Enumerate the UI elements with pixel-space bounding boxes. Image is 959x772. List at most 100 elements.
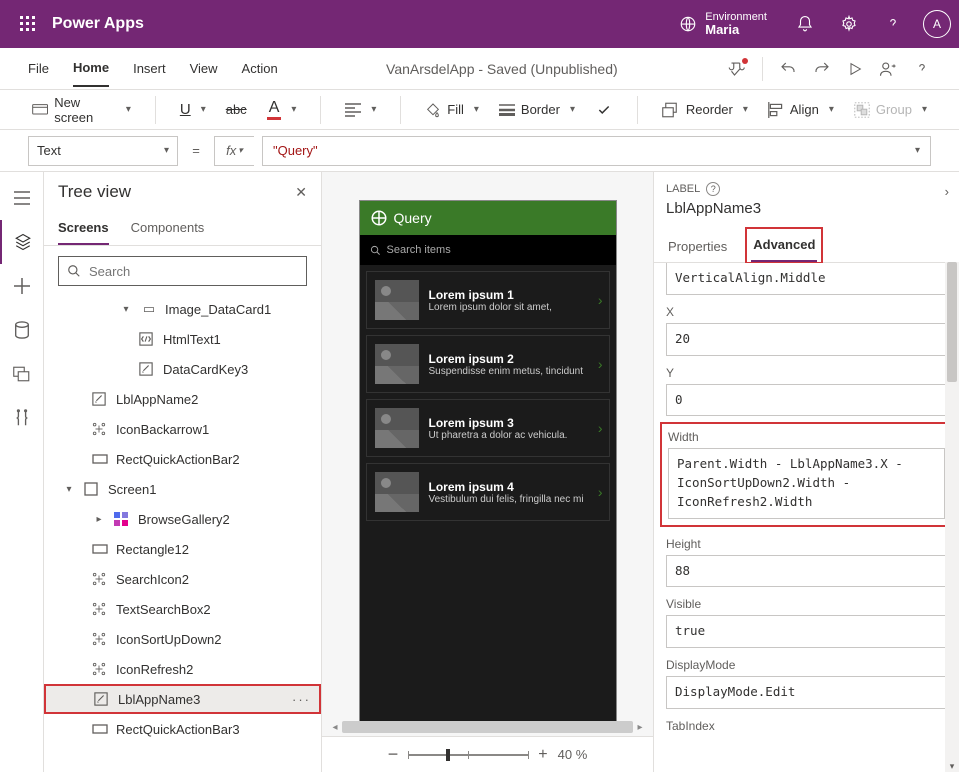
tab-components[interactable]: Components [131,212,205,245]
redo-icon[interactable] [813,60,831,78]
menu-action[interactable]: Action [242,51,278,86]
field-input-height[interactable]: 88 [666,555,947,588]
reorder-button[interactable]: Reorder [658,102,752,118]
tree-search-box[interactable] [58,256,307,286]
notifications-icon[interactable] [783,0,827,48]
app-checker-icon[interactable] [726,60,746,78]
field-input-partial[interactable]: VerticalAlign.Middle [666,263,947,295]
field-input-width[interactable]: Parent.Width - LblAppName3.X - IconSortU… [668,448,945,518]
app-launcher-icon[interactable] [8,16,48,32]
tab-screens[interactable]: Screens [58,212,109,245]
field-label-visible: Visible [666,597,947,611]
horizontal-scrollbar[interactable]: ◂▸ [322,718,653,736]
tree-node[interactable]: Rectangle12 [44,534,321,564]
fill-button[interactable]: Fill [421,102,483,118]
tree-panel: Tree view ✕ Screens Components ▾▭Image_D… [44,172,322,772]
label-icon [139,362,155,376]
field-input-displaymode[interactable]: DisplayMode.Edit [666,676,947,709]
check-button[interactable] [591,103,617,117]
border-button[interactable]: Border [495,102,579,117]
list-item[interactable]: Lorem ipsum 3Ut pharetra a dolor ac vehi… [366,399,610,457]
group-icon [92,602,108,616]
chevron-right-icon: › [598,292,603,308]
chevron-right-icon[interactable]: ▸ [92,514,106,525]
tree-node[interactable]: TextSearchBox2 [44,594,321,624]
main-area: Tree view ✕ Screens Components ▾▭Image_D… [0,172,959,772]
topbar: Power Apps Environment Maria A [0,0,959,48]
tree-node[interactable]: RectQuickActionBar2 [44,444,321,474]
chevron-down-icon[interactable]: ▾ [119,304,133,315]
rail-tools-icon[interactable] [0,396,44,440]
more-icon[interactable]: ··· [292,692,311,707]
left-rail [0,172,44,772]
rail-data-icon[interactable] [0,308,44,352]
tree-node[interactable]: IconBackarrow1 [44,414,321,444]
field-input-x[interactable]: 20 [666,323,947,356]
border-label: Border [521,102,560,117]
field-input-y[interactable]: 0 [666,384,947,417]
property-dropdown[interactable]: Text ▾ [28,136,178,166]
underline-button[interactable]: U [176,101,210,118]
chevron-down-icon: ▾ [915,145,920,156]
tree-node[interactable]: ▾Screen1 [44,474,321,504]
tree-node[interactable]: IconSortUpDown2 [44,624,321,654]
tree-node[interactable]: RectQuickActionBar3 [44,714,321,744]
formula-input[interactable]: "Query" ▾ [262,136,931,166]
settings-icon[interactable] [827,0,871,48]
rail-insert-icon[interactable] [0,264,44,308]
tab-properties[interactable]: Properties [666,231,729,262]
font-color-button[interactable]: A [263,99,301,120]
rail-hamburger-icon[interactable] [0,176,44,220]
fx-button[interactable]: fx▾ [214,136,254,166]
menu-home[interactable]: Home [73,50,109,87]
width-highlight: Width Parent.Width - LblAppName3.X - Ico… [660,422,953,526]
tree-search-input[interactable] [89,264,298,279]
tree-node[interactable]: IconRefresh2 [44,654,321,684]
equals-sign: = [186,143,206,158]
canvas: Query Search items Lorem ipsum 1Lorem ip… [322,172,653,772]
field-input-visible[interactable]: true [666,615,947,648]
play-icon[interactable] [847,61,863,77]
environment-picker[interactable]: Environment Maria [663,11,783,37]
zoom-out-button[interactable]: − [388,744,399,765]
zoom-knob[interactable] [446,749,450,761]
tab-advanced[interactable]: Advanced [751,229,817,262]
strikethrough-button[interactable]: abc [222,102,251,117]
tree-node-selected[interactable]: LblAppName3··· [44,684,321,714]
help-icon[interactable] [871,0,915,48]
zoom-slider[interactable] [408,754,528,756]
tree-node[interactable]: ▾▭Image_DataCard1 [44,294,321,324]
text-align-button[interactable] [341,103,380,117]
tree-node[interactable]: DataCardKey3 [44,354,321,384]
tree-node[interactable]: ▸BrowseGallery2 [44,504,321,534]
environment-name: Maria [705,23,767,37]
rail-tree-icon[interactable] [0,220,44,264]
list-item[interactable]: Lorem ipsum 2Suspendisse enim metus, tin… [366,335,610,393]
menu-view[interactable]: View [190,51,218,86]
list-item-subtitle: Lorem ipsum dolor sit amet, [429,302,552,313]
menu-insert[interactable]: Insert [133,51,166,86]
user-avatar[interactable]: A [923,10,951,38]
share-icon[interactable] [879,60,897,78]
vertical-scrollbar[interactable]: ▴▾ [945,262,959,772]
close-icon[interactable]: ✕ [295,184,307,201]
list-item[interactable]: Lorem ipsum 1Lorem ipsum dolor sit amet,… [366,271,610,329]
new-screen-button[interactable]: New screen [28,95,135,125]
chevron-down-icon[interactable]: ▾ [62,484,76,495]
tree-node[interactable]: SearchIcon2 [44,564,321,594]
zoom-in-button[interactable]: + [538,746,547,764]
tree-node[interactable]: HtmlText1 [44,324,321,354]
list-item[interactable]: Lorem ipsum 4Vestibulum dui felis, fring… [366,463,610,521]
phone-search[interactable]: Search items [360,235,616,265]
group-label: Group [876,102,912,117]
phone-preview[interactable]: Query Search items Lorem ipsum 1Lorem ip… [359,200,617,726]
rail-media-icon[interactable] [0,352,44,396]
help2-icon[interactable] [913,60,931,78]
phone-header-title: Query [394,210,432,226]
chevron-right-icon[interactable]: › [945,184,949,199]
undo-icon[interactable] [779,60,797,78]
align-button[interactable]: Align [764,102,838,118]
tree-node[interactable]: LblAppName2 [44,384,321,414]
menu-file[interactable]: File [28,51,49,86]
info-icon[interactable]: ? [706,182,720,196]
